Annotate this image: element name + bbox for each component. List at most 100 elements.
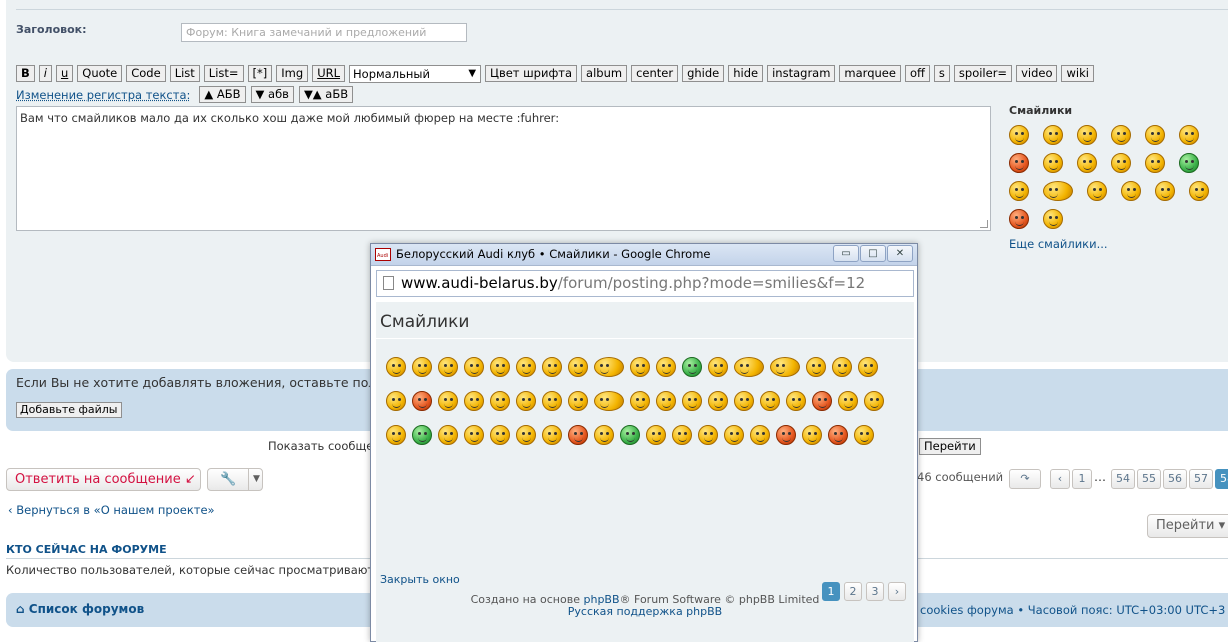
smiley-icon[interactable] bbox=[656, 357, 676, 377]
smiley-icon[interactable] bbox=[1121, 181, 1141, 201]
back-link[interactable]: ‹ Вернуться в «О нашем проекте» bbox=[8, 503, 215, 517]
font-size-select[interactable]: Нормальный ▼ bbox=[349, 65, 482, 83]
smiley-icon[interactable] bbox=[490, 425, 510, 445]
smiley-icon[interactable] bbox=[1111, 125, 1131, 145]
smiley-icon[interactable] bbox=[838, 391, 858, 411]
smiley-icon[interactable] bbox=[412, 425, 432, 445]
smiley-icon[interactable] bbox=[1009, 181, 1029, 201]
smiley-icon[interactable] bbox=[708, 391, 728, 411]
smiley-icon[interactable] bbox=[1009, 153, 1029, 173]
smiley-icon[interactable] bbox=[464, 357, 484, 377]
smiley-icon[interactable] bbox=[734, 357, 764, 377]
smiley-icon[interactable] bbox=[734, 391, 754, 411]
reply-button[interactable]: Ответить на сообщение ↙ bbox=[6, 468, 201, 491]
close-button[interactable]: ✕ bbox=[887, 245, 913, 262]
smiley-icon[interactable] bbox=[630, 391, 650, 411]
smiley-icon[interactable] bbox=[770, 357, 800, 377]
smiley-icon[interactable] bbox=[828, 425, 848, 445]
page-link-1[interactable]: 1 bbox=[1072, 469, 1092, 489]
smiley-icon[interactable] bbox=[1043, 181, 1073, 201]
page-link-57[interactable]: 57 bbox=[1189, 469, 1213, 489]
smiley-icon[interactable] bbox=[568, 357, 588, 377]
smiley-icon[interactable] bbox=[776, 425, 796, 445]
smiley-icon[interactable] bbox=[1179, 125, 1199, 145]
smiley-icon[interactable] bbox=[672, 425, 692, 445]
message-textarea[interactable]: Вам что смайликов мало да их сколько хош… bbox=[16, 106, 991, 231]
smiley-icon[interactable] bbox=[1077, 153, 1097, 173]
strike-button[interactable]: s bbox=[933, 65, 950, 82]
page-link-54[interactable]: 54 bbox=[1111, 469, 1135, 489]
smiley-icon[interactable] bbox=[386, 357, 406, 377]
smiley-icon[interactable] bbox=[1077, 125, 1097, 145]
smiley-icon[interactable] bbox=[656, 391, 676, 411]
smiley-icon[interactable] bbox=[806, 357, 826, 377]
smiley-icon[interactable] bbox=[750, 425, 770, 445]
smiley-icon[interactable] bbox=[594, 357, 624, 377]
hide-button[interactable]: hide bbox=[728, 65, 764, 82]
board-index-link[interactable]: ⌂ Список форумов bbox=[16, 602, 144, 616]
smiley-icon[interactable] bbox=[542, 391, 562, 411]
russian-support-link[interactable]: Русская поддержка phpBB bbox=[568, 605, 722, 618]
instagram-button[interactable]: instagram bbox=[767, 65, 836, 82]
tools-button[interactable]: 🔧 ▼ bbox=[207, 468, 263, 491]
go-button[interactable]: Перейти bbox=[919, 438, 981, 455]
jump-button[interactable]: Перейти ▾ bbox=[1147, 514, 1228, 538]
smiley-icon[interactable] bbox=[516, 391, 536, 411]
center-button[interactable]: center bbox=[631, 65, 679, 82]
close-window-link[interactable]: Закрыть окно bbox=[380, 573, 460, 586]
resize-grip-icon[interactable] bbox=[980, 220, 988, 228]
wiki-button[interactable]: wiki bbox=[1061, 65, 1094, 82]
subject-input[interactable]: Форум: Книга замечаний и предложений bbox=[181, 23, 467, 42]
page-link-55[interactable]: 55 bbox=[1137, 469, 1161, 489]
smiley-icon[interactable] bbox=[630, 357, 650, 377]
smiley-icon[interactable] bbox=[438, 391, 458, 411]
smiley-icon[interactable] bbox=[864, 391, 884, 411]
invert-case-button[interactable]: ▼▲ аБВ bbox=[298, 86, 354, 103]
uppercase-button[interactable]: ▲ АБВ bbox=[199, 86, 246, 103]
smiley-icon[interactable] bbox=[1043, 153, 1063, 173]
smiley-icon[interactable] bbox=[490, 357, 510, 377]
code-button[interactable]: Code bbox=[126, 65, 166, 82]
smiley-icon[interactable] bbox=[812, 391, 832, 411]
list-button[interactable]: List bbox=[169, 65, 200, 82]
smiley-icon[interactable] bbox=[1111, 153, 1131, 173]
smiley-icon[interactable] bbox=[1145, 125, 1165, 145]
smiley-icon[interactable] bbox=[516, 357, 536, 377]
smiley-icon[interactable] bbox=[708, 357, 728, 377]
smiley-icon[interactable] bbox=[386, 425, 406, 445]
more-smilies-link[interactable]: Еще смайлики... bbox=[1009, 237, 1228, 251]
smiley-icon[interactable] bbox=[682, 357, 702, 377]
smiley-icon[interactable] bbox=[854, 425, 874, 445]
smiley-icon[interactable] bbox=[516, 425, 536, 445]
smiley-icon[interactable] bbox=[464, 391, 484, 411]
smiley-icon[interactable] bbox=[568, 391, 588, 411]
smiley-icon[interactable] bbox=[1145, 153, 1165, 173]
smiley-icon[interactable] bbox=[1155, 181, 1175, 201]
smiley-icon[interactable] bbox=[1179, 153, 1199, 173]
smiley-icon[interactable] bbox=[542, 425, 562, 445]
prev-page-button[interactable]: ‹ bbox=[1050, 469, 1070, 489]
lowercase-button[interactable]: ▼ абв bbox=[250, 86, 294, 103]
quote-button[interactable]: Quote bbox=[77, 65, 123, 82]
spoiler-button[interactable]: spoiler= bbox=[953, 65, 1013, 82]
ordered-list-button[interactable]: List= bbox=[203, 65, 244, 82]
smiley-icon[interactable] bbox=[682, 391, 702, 411]
smiley-icon[interactable] bbox=[594, 425, 614, 445]
list-item-button[interactable]: [*] bbox=[247, 65, 273, 82]
marquee-button[interactable]: marquee bbox=[839, 65, 901, 82]
smiley-icon[interactable] bbox=[620, 425, 640, 445]
off-button[interactable]: off bbox=[904, 65, 930, 82]
smiley-icon[interactable] bbox=[1043, 209, 1063, 229]
smiley-icon[interactable] bbox=[724, 425, 744, 445]
smiley-icon[interactable] bbox=[1009, 125, 1029, 145]
url-button[interactable]: URL bbox=[312, 65, 346, 82]
smiley-icon[interactable] bbox=[438, 357, 458, 377]
smiley-icon[interactable] bbox=[698, 425, 718, 445]
smiley-icon[interactable] bbox=[464, 425, 484, 445]
smiley-icon[interactable] bbox=[858, 357, 878, 377]
ghide-button[interactable]: ghide bbox=[682, 65, 725, 82]
smiley-icon[interactable] bbox=[1009, 209, 1029, 229]
smiley-icon[interactable] bbox=[1043, 125, 1063, 145]
topic-tools-icon[interactable]: ↷ bbox=[1009, 469, 1041, 489]
smiley-icon[interactable] bbox=[438, 425, 458, 445]
